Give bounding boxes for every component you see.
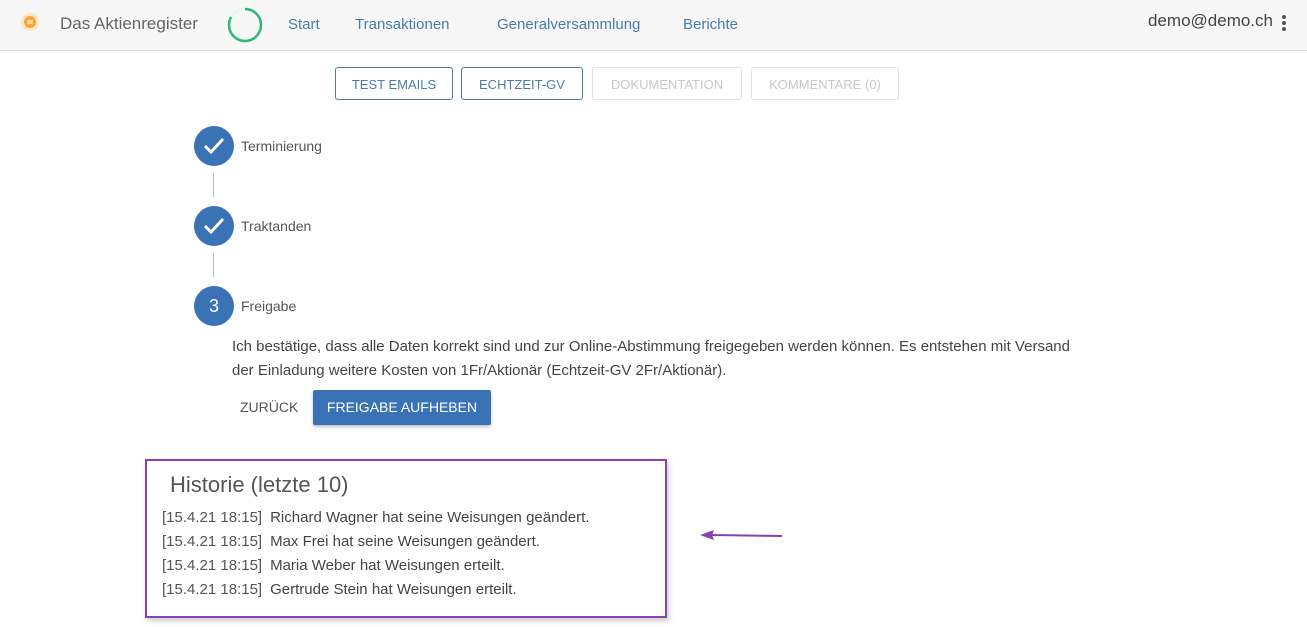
step-2-done[interactable] [194,206,234,246]
back-button[interactable]: ZURÜCK [240,399,298,415]
nav-start[interactable]: Start [288,16,320,33]
history-entry: [15.4.21 18:15] Gertrude Stein hat Weisun… [162,581,517,598]
history-timestamp: [15.4.21 18:15] [162,509,263,526]
nav-berichte[interactable]: Berichte [683,16,738,33]
step-3-active[interactable]: 3 [194,286,234,326]
check-icon [203,137,225,155]
history-timestamp: [15.4.21 18:15] [162,581,263,598]
step-label-terminierung[interactable]: Terminierung [241,138,322,154]
spinner-icon [227,7,263,43]
history-entry: [15.4.21 18:15] Maria Weber hat Weisungen… [162,557,505,574]
release-confirmation-text: Ich bestätige, dass alle Daten korrekt s… [232,338,1070,379]
arrow-left-icon [700,530,783,540]
more-vert-icon[interactable] [1281,14,1287,32]
echtzeit-gv-button[interactable]: ECHTZEIT-GV [461,67,583,100]
history-title: Historie (letzte 10) [170,472,349,497]
step-label-freigabe[interactable]: Freigabe [241,298,296,314]
nav-generalversammlung[interactable]: Generalversammlung [497,16,640,33]
step-1-done[interactable] [194,126,234,166]
history-timestamp: [15.4.21 18:15] [162,533,263,550]
history-text: Max Frei hat seine Weisungen geändert. [270,533,540,550]
kommentare-button[interactable]: KOMMENTARE (0) [751,67,899,100]
revoke-release-button[interactable]: FREIGABE AUFHEBEN [313,390,491,425]
sun-logo-icon[interactable] [20,12,40,32]
step-connector [213,173,214,197]
check-icon [203,217,225,235]
history-entry: [15.4.21 18:15] Richard Wagner hat seine … [162,509,589,526]
brand-title[interactable]: Das Aktienregister [60,14,198,34]
history-entry: [15.4.21 18:15] Max Frei hat seine Weisun… [162,533,540,550]
top-navbar: Das Aktienregister Start Transaktionen G… [0,0,1307,51]
dokumentation-button[interactable]: DOKUMENTATION [592,67,742,100]
nav-transaktionen[interactable]: Transaktionen [355,16,450,33]
step-connector [213,253,214,277]
test-emails-button[interactable]: TEST EMAILS [335,67,453,100]
step-label-traktanden[interactable]: Traktanden [241,218,311,234]
history-text: Maria Weber hat Weisungen erteilt. [270,557,505,574]
history-text: Richard Wagner hat seine Weisungen geänd… [270,509,590,526]
history-timestamp: [15.4.21 18:15] [162,557,263,574]
history-text: Gertrude Stein hat Weisungen erteilt. [270,581,517,598]
user-email[interactable]: demo@demo.ch [1148,11,1273,31]
